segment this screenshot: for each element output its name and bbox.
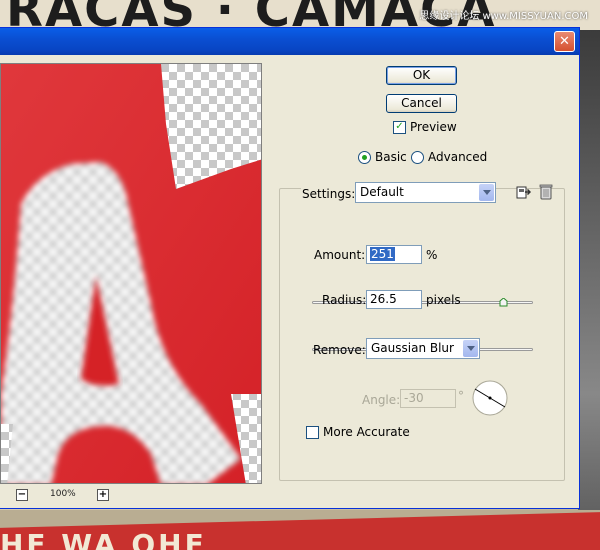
radius-input[interactable]: 26.5 [366,290,422,309]
amount-slider-thumb[interactable] [499,298,508,307]
preview-checkbox[interactable]: ✓ Preview [393,120,457,134]
zoom-bar: − 100% + [0,486,262,506]
angle-label: Angle: [362,393,401,407]
preview-label: Preview [410,120,457,134]
radius-value: 26.5 [370,292,397,306]
zoom-out-button[interactable]: − [16,489,28,501]
remove-value: Gaussian Blur [371,341,454,355]
settings-value: Default [360,185,404,199]
zoom-in-button[interactable]: + [97,489,109,501]
radius-label: Radius: [322,293,367,307]
dialog-titlebar[interactable]: ✕ [0,28,579,55]
save-settings-icon[interactable] [515,184,531,200]
ok-button[interactable]: OK [386,66,457,85]
checkbox-empty-icon [306,425,319,439]
radio-selected-icon [358,150,371,164]
checkmark-icon: ✓ [393,120,406,134]
settings-dropdown[interactable]: Default [355,182,496,203]
angle-unit: ° [458,389,464,403]
advanced-radio[interactable]: Advanced [411,150,487,164]
poster-top-strip: RACAS · CAMACA 思缘设计论坛 www.MISSYUAN.COM [0,0,600,30]
amount-unit: % [426,248,438,262]
radius-unit: pixels [426,293,461,307]
remove-dropdown[interactable]: Gaussian Blur [366,338,480,359]
advanced-label: Advanced [428,150,488,164]
remove-label: Remove: [313,343,366,357]
more-accurate-checkbox[interactable]: More Accurate [306,425,410,439]
trash-icon[interactable] [539,183,553,200]
amount-value: 251 [370,247,395,261]
preview-image [1,64,261,483]
amount-input[interactable]: 251 [366,245,422,264]
close-button[interactable]: ✕ [554,31,575,52]
more-accurate-label: More Accurate [323,425,410,439]
cancel-button[interactable]: Cancel [386,94,457,113]
watermark-text: 思缘设计论坛 www.MISSYUAN.COM [419,11,588,22]
radio-unselected-icon [411,150,424,164]
smart-sharpen-dialog: ✕ − 100% + OK Cancel ✓ Preview Basic Adv… [0,27,580,509]
poster-ribbon-text: HE WA OHE [0,528,207,550]
basic-label: Basic [375,150,407,164]
amount-label: Amount: [314,248,366,262]
chevron-down-icon [479,184,494,201]
preview-canvas[interactable] [0,63,262,484]
angle-input: -30 [400,389,456,408]
zoom-level: 100% [50,489,76,499]
settings-label: Settings: [301,187,357,201]
poster-bottom-strip: HE WA OHE [0,510,600,550]
close-icon: ✕ [559,34,570,49]
angle-value: -30 [404,391,424,405]
angle-dial-icon [472,380,508,416]
poster-right-strip [578,30,600,550]
basic-radio[interactable]: Basic [358,150,407,164]
chevron-down-icon [463,340,478,357]
